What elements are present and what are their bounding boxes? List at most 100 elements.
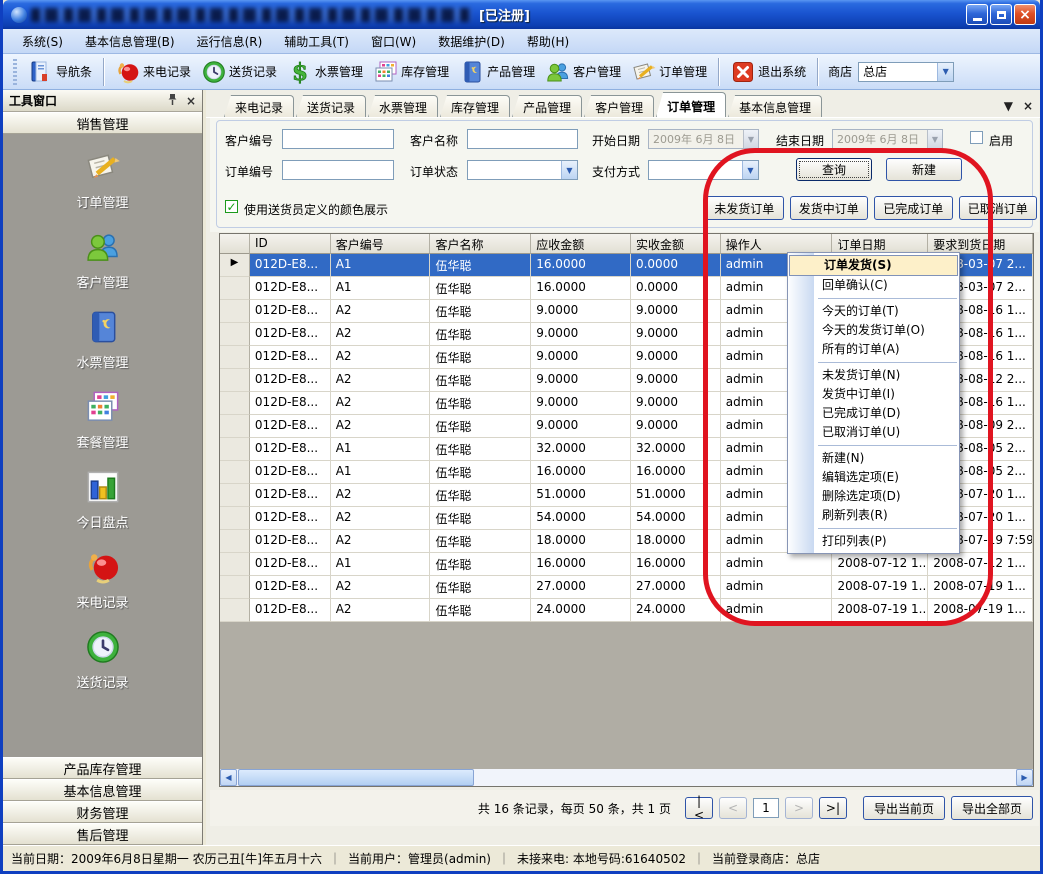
- toolbar-button-6[interactable]: 产品管理: [454, 57, 540, 87]
- table-row[interactable]: 012D-E8...A1伍华聪16.000016.0000admin2008-0…: [220, 553, 1033, 576]
- tab-0[interactable]: 来电记录: [224, 95, 294, 117]
- sidebar-item-label: 今日盘点: [76, 512, 128, 531]
- query-button[interactable]: 查询: [796, 158, 872, 181]
- context-menu-item-5[interactable]: 所有的订单(A): [788, 340, 959, 359]
- order-status-combobox[interactable]: ▼: [467, 160, 578, 180]
- context-menu-item-13[interactable]: 编辑选定项(E): [788, 468, 959, 487]
- context-menu-item-15[interactable]: 刷新列表(R): [788, 506, 959, 525]
- toolbar-button-3[interactable]: 送货记录: [196, 57, 282, 87]
- column-header-4[interactable]: 实收金额: [631, 234, 721, 254]
- toolbar-button-0[interactable]: 导航条: [23, 57, 97, 87]
- shop-combobox[interactable]: 总店▼: [858, 62, 954, 82]
- tab-list-dropdown-icon[interactable]: ▼: [1004, 99, 1013, 113]
- export-all-pages-button[interactable]: 导出全部页: [951, 796, 1033, 820]
- menu-item-4[interactable]: 窗口(W): [360, 30, 427, 53]
- start-date-picker[interactable]: 2009年 6月 8日 ▼: [648, 129, 759, 149]
- table-row[interactable]: 012D-E8...A2伍华聪27.000027.0000admin2008-0…: [220, 576, 1033, 599]
- sidebar-section-3[interactable]: 售后管理: [3, 823, 202, 845]
- color-display-checkbox[interactable]: ✓: [225, 200, 238, 213]
- prev-page-button[interactable]: <: [719, 797, 747, 819]
- pay-method-combobox[interactable]: ▼: [648, 160, 759, 180]
- sidebar-section-2[interactable]: 财务管理: [3, 801, 202, 823]
- tab-2[interactable]: 水票管理: [368, 95, 438, 117]
- sidebar-item-3[interactable]: 套餐管理: [3, 388, 202, 451]
- column-header-3[interactable]: 应收金额: [531, 234, 631, 254]
- export-current-page-button[interactable]: 导出当前页: [863, 796, 945, 820]
- context-menu-item-17[interactable]: 打印列表(P): [788, 532, 959, 551]
- toolbar-button-5[interactable]: 库存管理: [368, 57, 454, 87]
- tab-6[interactable]: 订单管理: [656, 92, 726, 117]
- context-menu-item-7[interactable]: 未发货订单(N): [788, 366, 959, 385]
- context-menu-item-14[interactable]: 删除选定项(D): [788, 487, 959, 506]
- menu-item-1[interactable]: 基本信息管理(B): [74, 30, 186, 53]
- tab-7[interactable]: 基本信息管理: [728, 95, 822, 117]
- context-menu-item-12[interactable]: 新建(N): [788, 449, 959, 468]
- next-page-button[interactable]: >: [785, 797, 813, 819]
- column-header-0[interactable]: ID: [250, 234, 331, 254]
- scrollbar-track[interactable]: [237, 769, 1016, 786]
- toolbar-button-10[interactable]: 退出系统: [725, 57, 811, 87]
- sidebar-item-0[interactable]: 订单管理: [3, 148, 202, 211]
- menu-item-6[interactable]: 帮助(H): [516, 30, 580, 53]
- close-button[interactable]: ×: [1014, 4, 1036, 25]
- context-menu-item-3[interactable]: 今天的订单(T): [788, 302, 959, 321]
- column-header-7[interactable]: 要求到货日期: [928, 234, 1033, 254]
- tab-5[interactable]: 客户管理: [584, 95, 654, 117]
- context-menu-separator: [818, 528, 957, 529]
- order-no-input[interactable]: [282, 160, 394, 180]
- sidebar-section-0[interactable]: 产品库存管理: [3, 757, 202, 779]
- horizontal-scrollbar[interactable]: ◀ ▶: [220, 769, 1033, 786]
- context-menu-item-10[interactable]: 已取消订单(U): [788, 423, 959, 442]
- toolbar-button-2[interactable]: 来电记录: [110, 57, 196, 87]
- context-menu-item-0[interactable]: 订单发货(S): [789, 255, 958, 276]
- customer-no-input[interactable]: [282, 129, 394, 149]
- minimize-button[interactable]: [966, 4, 988, 25]
- tab-4[interactable]: 产品管理: [512, 95, 582, 117]
- menu-item-2[interactable]: 运行信息(R): [186, 30, 274, 53]
- status-filter-button-1[interactable]: 发货中订单: [790, 196, 869, 220]
- menu-item-3[interactable]: 辅助工具(T): [273, 30, 360, 53]
- context-menu-item-4[interactable]: 今天的发货订单(O): [788, 321, 959, 340]
- toolbar-button-8[interactable]: 订单管理: [626, 57, 712, 87]
- table-row[interactable]: 012D-E8...A2伍华聪24.000024.0000admin2008-0…: [220, 599, 1033, 622]
- enable-label: 启用: [989, 132, 1013, 149]
- sidebar-item-4[interactable]: 今日盘点: [3, 468, 202, 531]
- column-header-5[interactable]: 操作人: [721, 234, 833, 254]
- tab-3[interactable]: 库存管理: [440, 95, 510, 117]
- scrollbar-thumb[interactable]: [238, 769, 474, 786]
- context-menu-item-8[interactable]: 发货中订单(I): [788, 385, 959, 404]
- status-filter-button-3[interactable]: 已取消订单: [959, 196, 1038, 220]
- menu-item-5[interactable]: 数据维护(D): [427, 30, 516, 53]
- restore-button[interactable]: [990, 4, 1012, 25]
- end-date-picker[interactable]: 2009年 6月 8日 ▼: [832, 129, 943, 149]
- page-number-input[interactable]: [753, 798, 779, 818]
- toolbar-button-4[interactable]: $水票管理: [282, 57, 368, 87]
- sidebar-section-1[interactable]: 基本信息管理: [3, 779, 202, 801]
- customer-name-input[interactable]: [467, 129, 578, 149]
- enable-checkbox[interactable]: [970, 131, 983, 144]
- menu-item-0[interactable]: 系统(S): [11, 30, 74, 53]
- last-page-button[interactable]: >|: [819, 797, 847, 819]
- context-menu-item-1[interactable]: 回单确认(C): [788, 276, 959, 295]
- scroll-left-icon[interactable]: ◀: [220, 769, 237, 786]
- sidebar-item-1[interactable]: 客户管理: [3, 228, 202, 291]
- sidebar-item-6[interactable]: 送货记录: [3, 628, 202, 691]
- sidebar-item-5[interactable]: 来电记录: [3, 548, 202, 611]
- toolbar-button-7[interactable]: 客户管理: [540, 57, 626, 87]
- new-button[interactable]: 新建: [886, 158, 962, 181]
- sidebar-section-sales[interactable]: 销售管理: [3, 112, 202, 134]
- tab-1[interactable]: 送货记录: [296, 95, 366, 117]
- context-menu-item-9[interactable]: 已完成订单(D): [788, 404, 959, 423]
- status-filter-button-2[interactable]: 已完成订单: [874, 196, 953, 220]
- pin-icon[interactable]: [167, 93, 178, 109]
- sidebar-close-icon[interactable]: ×: [186, 94, 196, 108]
- first-page-button[interactable]: |<: [685, 797, 713, 819]
- column-header-6[interactable]: 订单日期: [832, 234, 928, 254]
- column-header-2[interactable]: 客户名称: [430, 234, 531, 254]
- column-header-1[interactable]: 客户编号: [331, 234, 431, 254]
- tab-close-icon[interactable]: ×: [1023, 99, 1033, 113]
- scroll-right-icon[interactable]: ▶: [1016, 769, 1033, 786]
- status-filter-button-0[interactable]: 未发货订单: [705, 196, 784, 220]
- title-bar[interactable]: [已注册] ×: [3, 0, 1040, 29]
- sidebar-item-2[interactable]: 水票管理: [3, 308, 202, 371]
